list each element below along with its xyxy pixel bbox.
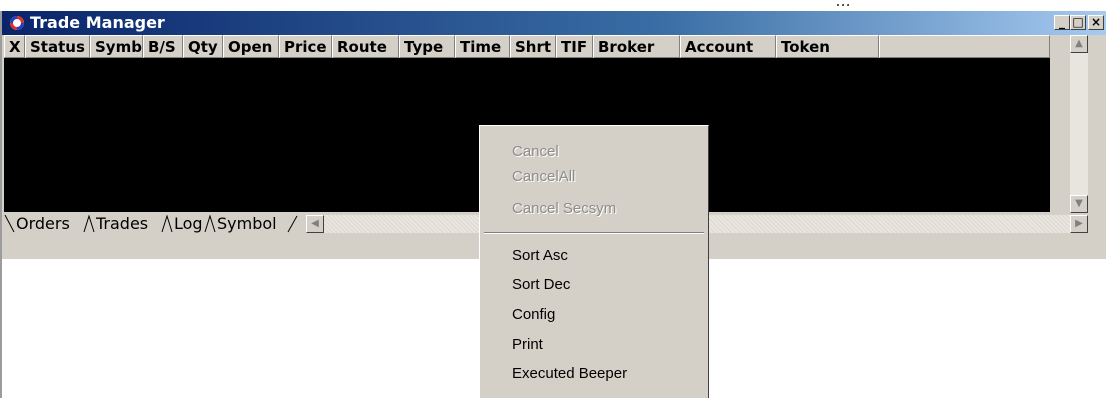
column-header-x[interactable]: X [4,35,25,58]
column-header-row: X Status Symb B/S Qty Open Price Route T… [4,35,1050,58]
tab-symbol[interactable]: Symbol [217,214,277,233]
scroll-down-button[interactable]: ▼ [1070,195,1088,213]
title-bar[interactable]: Trade Manager _ □ × [2,11,1106,35]
context-menu: Cancel CancelAll Cancel Secsym Sort Asc … [479,125,709,398]
tab-divider [161,215,173,233]
tab-trades[interactable]: Trades [96,214,148,233]
background-window-strip: ... [0,0,1106,11]
column-header-shrt[interactable]: Shrt [510,35,556,58]
scroll-up-button[interactable]: ▲ [1070,35,1088,53]
window-title: Trade Manager [30,13,165,32]
background-window-text: ... [836,0,852,10]
menu-item-print[interactable]: Print [512,336,543,353]
column-header-time[interactable]: Time [455,35,510,58]
tab-log[interactable]: Log [174,214,203,233]
menu-separator [484,232,704,234]
column-header-bs[interactable]: B/S [143,35,183,58]
column-header-tif[interactable]: TIF [556,35,593,58]
app-icon[interactable] [9,15,25,31]
close-button[interactable]: × [1088,15,1104,30]
column-header-account[interactable]: Account [680,35,776,58]
menu-item-executed-beeper[interactable]: Executed Beeper [512,365,627,382]
column-header-symb[interactable]: Symb [90,35,143,58]
menu-item-cancel-secsym[interactable]: Cancel Secsym [512,200,616,217]
column-header-broker[interactable]: Broker [593,35,680,58]
menu-item-cancel-all[interactable]: CancelAll [512,168,575,185]
minimize-button[interactable]: _ [1054,15,1070,30]
maximize-button[interactable]: □ [1070,15,1086,30]
column-header-status[interactable]: Status [25,35,90,58]
column-header-route[interactable]: Route [332,35,399,58]
column-header-token[interactable]: Token [776,35,879,58]
menu-item-sort-asc[interactable]: Sort Asc [512,247,568,264]
scroll-right-button[interactable]: ▶ [1070,215,1088,233]
menu-item-sort-dec[interactable]: Sort Dec [512,276,570,293]
column-header-open[interactable]: Open [223,35,279,58]
column-header-filler [879,35,1050,58]
vertical-scrollbar[interactable]: ▲ ▼ [1070,35,1088,213]
tab-divider [204,215,216,233]
column-header-type[interactable]: Type [399,35,455,58]
menu-item-cancel[interactable]: Cancel [512,143,559,160]
vertical-scroll-track[interactable] [1070,53,1088,195]
tab-divider [4,215,15,233]
column-header-price[interactable]: Price [279,35,332,58]
scroll-left-button[interactable]: ◀ [306,215,324,233]
tab-divider [83,215,95,233]
menu-item-config[interactable]: Config [512,306,555,323]
column-header-qty[interactable]: Qty [183,35,223,58]
tab-orders[interactable]: Orders [16,214,70,233]
tab-divider [287,215,298,233]
